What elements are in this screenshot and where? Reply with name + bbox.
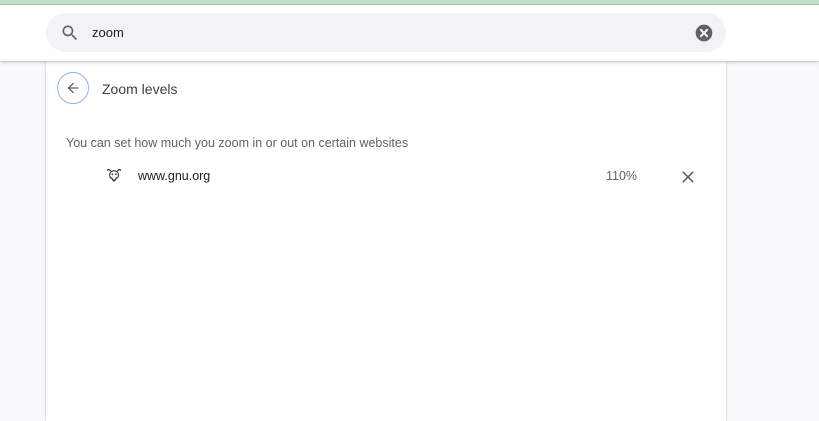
zoom-level-row: www.gnu.org 110% bbox=[46, 161, 726, 193]
zoom-site-name: www.gnu.org bbox=[138, 169, 211, 183]
clear-circle-icon bbox=[695, 24, 713, 42]
settings-toolbar bbox=[0, 5, 819, 61]
arrow-back-icon bbox=[67, 82, 79, 94]
back-button[interactable] bbox=[57, 72, 89, 104]
page-title: Zoom levels bbox=[102, 81, 178, 97]
search-box[interactable] bbox=[46, 13, 726, 52]
remove-zoom-level-button[interactable] bbox=[678, 167, 698, 187]
zoom-level-value: 110% bbox=[606, 169, 638, 183]
clear-search-button[interactable] bbox=[694, 23, 714, 43]
search-input[interactable] bbox=[92, 13, 672, 52]
zoom-levels-description: You can set how much you zoom in or out … bbox=[66, 136, 409, 150]
gnu-favicon-icon bbox=[106, 168, 122, 184]
zoom-levels-card: Zoom levels You can set how much you zoo… bbox=[46, 61, 726, 421]
search-icon bbox=[60, 23, 80, 43]
close-icon bbox=[682, 171, 694, 183]
